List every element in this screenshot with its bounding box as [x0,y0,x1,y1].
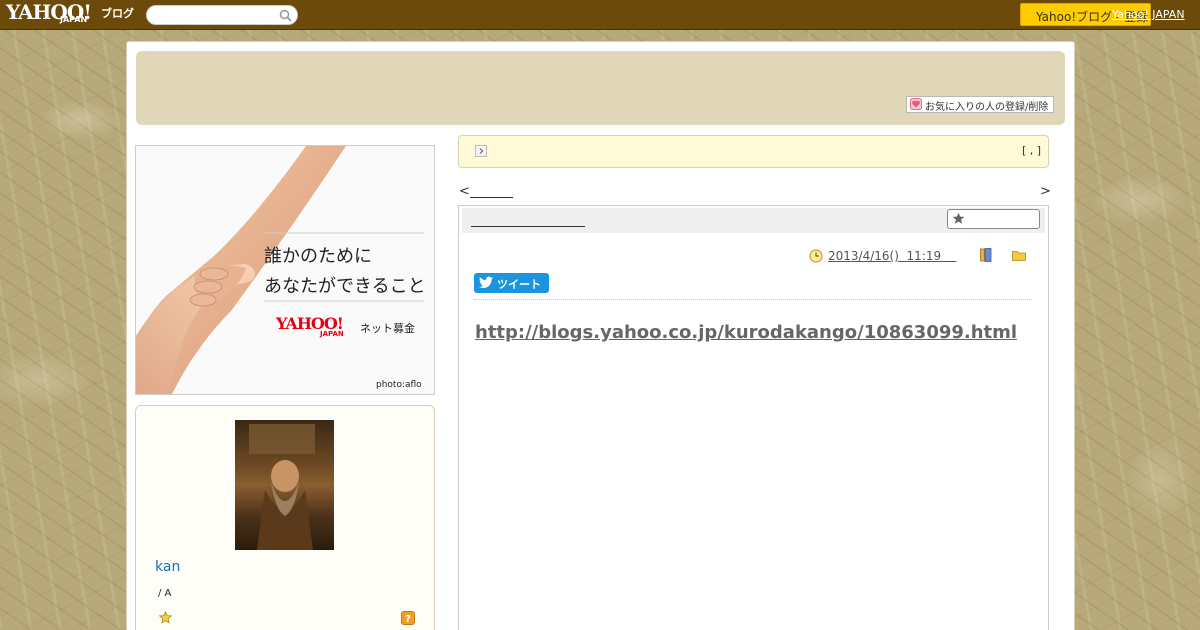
hands-illustration [136,146,424,394]
banner-line-1: 誰かのために [264,246,372,267]
blog-header [136,51,1065,125]
banner-brand-text: ネット募金 [360,322,415,335]
search-input[interactable] [146,5,298,25]
banner-line-2: あなたができること [264,276,426,297]
article-divider [474,299,1032,300]
notice-bar [458,135,1049,168]
avatar-image [249,424,315,550]
prev-article-underline[interactable] [470,197,513,198]
search-icon[interactable] [279,9,292,22]
yahoo-japan-link[interactable]: Yahoo! JAPAN [1112,8,1185,21]
yahoo-logo-sub: JAPAN [60,15,88,24]
post-date[interactable]: 2013/4/16() 11:19 [828,249,956,263]
favorite-register-button[interactable]: お気に入りの人の登録/削除 [906,96,1054,113]
avatar[interactable] [235,420,334,550]
profile-username[interactable]: kan [155,559,180,575]
clock-icon [809,249,823,263]
article-box [458,205,1049,630]
arrow-right-icon[interactable] [475,145,487,157]
banner-credit: photo:aflo [376,380,422,390]
folder-icon[interactable] [1012,250,1026,261]
article-body-link[interactable]: http://blogs.yahoo.co.jp/kurodakango/108… [475,322,1017,343]
article-title-link[interactable] [471,226,585,227]
heart-icon [910,98,922,110]
next-article-link[interactable]: > [1040,184,1051,199]
help-icon[interactable]: ? [401,611,415,625]
banner-brand-sub: JAPAN [320,330,344,338]
donation-banner[interactable]: 誰かのために あなたができること YAHOO! JAPAN ネット募金 phot… [135,145,435,395]
star-icon [952,212,965,224]
star-icon[interactable] [159,611,172,624]
twitter-bird-icon [479,276,493,289]
profile-info: / A [158,588,172,599]
notice-text: [ , ] [1022,144,1042,157]
svg-text:?: ? [405,614,411,625]
book-icon[interactable] [980,248,992,262]
blog-label[interactable]: ブログ [101,5,134,21]
prev-article-link[interactable]: < [459,184,470,199]
